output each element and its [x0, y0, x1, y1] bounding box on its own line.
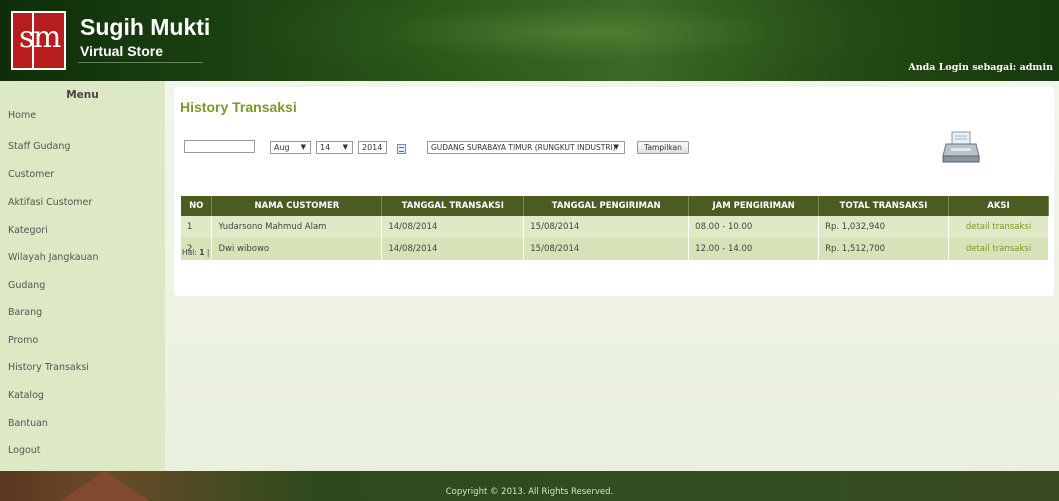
- cell-tanggal-pengiriman: 15/08/2014: [523, 216, 690, 238]
- column-header-no: NO: [181, 196, 213, 216]
- sidebar-item-aktifasi-customer[interactable]: Aktifasi Customer: [8, 197, 92, 208]
- warehouse-select-value: GUDANG SURABAYA TIMUR (RUNGKUT INDUSTRI): [431, 143, 616, 152]
- brand-underline: [78, 62, 203, 63]
- brand-subtitle: Virtual Store: [80, 43, 163, 59]
- year-input[interactable]: 2014: [358, 141, 387, 154]
- sidebar-item-logout[interactable]: Logout: [8, 445, 41, 456]
- sidebar-item-staff-gudang[interactable]: Staff Gudang: [8, 141, 70, 152]
- cell-tanggal-transaksi: 14/08/2014: [381, 216, 525, 238]
- transaction-table: NO NAMA CUSTOMER TANGGAL TRANSAKSI TANGG…: [181, 196, 1049, 260]
- header-decoration: [230, 0, 930, 81]
- column-header-jam-pengiriman: JAM PENGIRIMAN: [688, 196, 820, 216]
- table-header-row: NO NAMA CUSTOMER TANGGAL TRANSAKSI TANGG…: [181, 196, 1049, 216]
- sidebar-item-kategori[interactable]: Kategori: [8, 225, 48, 236]
- cell-jam-pengiriman: 08.00 - 10.00: [688, 216, 820, 238]
- cell-jam-pengiriman: 12.00 - 14.00: [688, 238, 820, 260]
- detail-transaksi-link[interactable]: detail transaksi: [948, 238, 1049, 260]
- logo[interactable]: s m: [11, 11, 66, 70]
- pagination: Hal: 1 |: [182, 248, 209, 257]
- chevron-down-icon: ▼: [300, 143, 306, 151]
- date-text-input[interactable]: [184, 140, 255, 153]
- warehouse-select[interactable]: GUDANG SURABAYA TIMUR (RUNGKUT INDUSTRI)…: [427, 141, 625, 154]
- column-header-tanggal-pengiriman: TANGGAL PENGIRIMAN: [523, 196, 690, 216]
- detail-transaksi-link[interactable]: detail transaksi: [948, 216, 1049, 238]
- cell-tanggal-pengiriman: 15/08/2014: [523, 238, 690, 260]
- table-row: 2 Dwi wibowo 14/08/2014 15/08/2014 12.00…: [181, 238, 1049, 260]
- sidebar-item-bantuan[interactable]: Bantuan: [8, 418, 48, 429]
- copyright-text: Copyright © 2013. All Rights Reserved.: [445, 487, 614, 497]
- pagination-separator: |: [206, 248, 210, 257]
- content-panel: History Transaksi Aug ▼ 14 ▼ 2014 GUDANG…: [174, 87, 1054, 296]
- chevron-down-icon: ▼: [613, 143, 619, 151]
- page-title: History Transaksi: [180, 99, 297, 115]
- table-row: 1 Yudarsono Mahmud Alam 14/08/2014 15/08…: [181, 216, 1049, 238]
- pagination-label: Hal:: [182, 248, 197, 257]
- sidebar-item-wilayah-jangkauan[interactable]: Wilayah Jangkauan: [8, 252, 98, 263]
- menu-title: Menu: [66, 89, 99, 101]
- login-status: Anda Login sebagai: admin: [908, 62, 1053, 73]
- sidebar-item-customer[interactable]: Customer: [8, 169, 54, 180]
- logo-letter-m: m: [33, 20, 62, 55]
- day-select-value: 14: [320, 143, 331, 152]
- sidebar-item-katalog[interactable]: Katalog: [8, 390, 44, 401]
- header: s m Sugih Mukti Virtual Store Anda Login…: [0, 0, 1059, 81]
- cell-no: 1: [181, 216, 213, 238]
- column-header-aksi: AKSI: [948, 196, 1049, 216]
- sidebar-item-home[interactable]: Home: [8, 110, 36, 121]
- month-select-value: Aug: [274, 143, 290, 152]
- cell-customer: Dwi wibowo: [211, 238, 383, 260]
- cell-total-transaksi: Rp. 1,512,700: [818, 238, 949, 260]
- pagination-current-page[interactable]: 1: [199, 248, 204, 257]
- column-header-tanggal-transaksi: TANGGAL TRANSAKSI: [381, 196, 525, 216]
- column-header-customer: NAMA CUSTOMER: [211, 196, 383, 216]
- sidebar: Menu Home Staff Gudang Customer Aktifasi…: [0, 81, 165, 471]
- calendar-icon[interactable]: [397, 144, 406, 154]
- footer: Copyright © 2013. All Rights Reserved.: [0, 471, 1059, 501]
- cell-tanggal-transaksi: 14/08/2014: [381, 238, 525, 260]
- show-button[interactable]: Tampilkan: [637, 141, 689, 154]
- chevron-down-icon: ▼: [342, 143, 348, 151]
- sidebar-item-barang[interactable]: Barang: [8, 307, 42, 318]
- cell-customer: Yudarsono Mahmud Alam: [211, 216, 383, 238]
- column-header-total-transaksi: TOTAL TRANSAKSI: [818, 196, 949, 216]
- printer-icon[interactable]: [942, 130, 982, 164]
- sidebar-item-history-transaksi[interactable]: History Transaksi: [8, 362, 89, 373]
- sidebar-item-gudang[interactable]: Gudang: [8, 280, 45, 291]
- main-content: History Transaksi Aug ▼ 14 ▼ 2014 GUDANG…: [165, 81, 1059, 471]
- month-select[interactable]: Aug ▼: [270, 141, 311, 154]
- brand-name: Sugih Mukti: [80, 14, 211, 40]
- day-select[interactable]: 14 ▼: [316, 141, 353, 154]
- cell-total-transaksi: Rp. 1,032,940: [818, 216, 949, 238]
- sidebar-item-promo[interactable]: Promo: [8, 335, 38, 346]
